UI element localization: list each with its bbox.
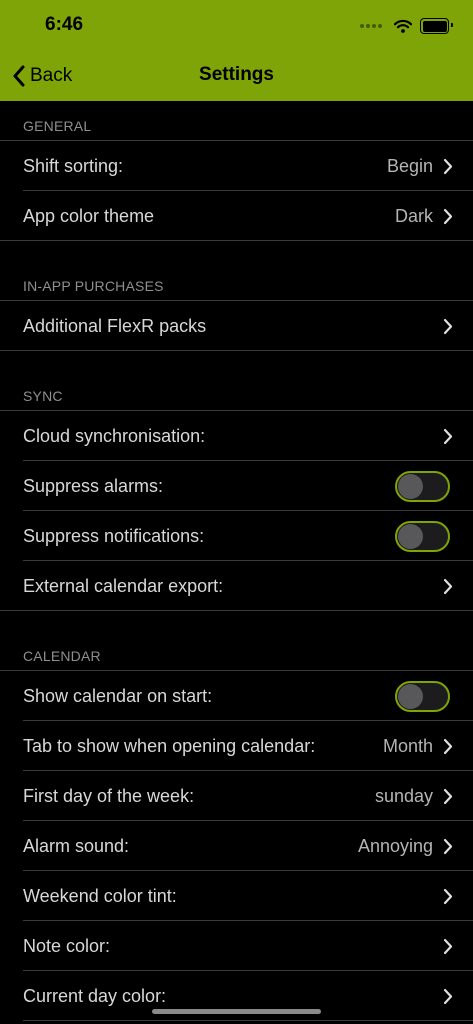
status-time: 6:46: [45, 14, 84, 35]
row-label: Suppress alarms:: [23, 475, 164, 496]
chevron-right-icon: [443, 318, 453, 334]
row-value: Month: [382, 735, 433, 756]
wifi-icon: [394, 19, 412, 33]
chevron-right-icon: [443, 938, 453, 954]
row-show-calendar-on-start: Show calendar on start:: [0, 671, 473, 721]
row-label: Weekend color tint:: [23, 885, 177, 906]
show-calendar-on-start-toggle[interactable]: [395, 680, 450, 712]
chevron-right-icon: [443, 988, 453, 1004]
row-cloud-sync[interactable]: Cloud synchronisation:: [0, 411, 473, 461]
row-label: External calendar export:: [23, 575, 224, 596]
row-suppress-notifications: Suppress notifications:: [0, 511, 473, 561]
row-tab-on-open[interactable]: Tab to show when opening calendar: Month: [0, 721, 473, 771]
row-value: Begin: [386, 155, 433, 176]
row-weekend-tint[interactable]: Weekend color tint:: [0, 871, 473, 921]
row-label: Tab to show when opening calendar:: [23, 735, 316, 756]
status-icons: [360, 14, 453, 38]
chevron-right-icon: [443, 208, 453, 224]
chevron-right-icon: [443, 788, 453, 804]
chevron-right-icon: [443, 428, 453, 444]
suppress-notifications-toggle[interactable]: [395, 520, 450, 552]
chevron-right-icon: [443, 888, 453, 904]
row-value: Annoying: [357, 835, 433, 856]
section-header-calendar: CALENDAR: [0, 631, 473, 671]
section-header-general: GENERAL: [0, 101, 473, 141]
settings-screen: 6:46 Back Settings GENERAL Shift sorting…: [0, 0, 473, 1024]
chevron-right-icon: [443, 578, 453, 594]
chevron-right-icon: [443, 738, 453, 754]
row-label: Additional FlexR packs: [23, 315, 207, 336]
row-note-color[interactable]: Note color:: [0, 921, 473, 971]
row-alarm-sound[interactable]: Alarm sound: Annoying: [0, 821, 473, 871]
row-value: Dark: [394, 205, 433, 226]
row-label: Note color:: [23, 935, 111, 956]
row-first-day[interactable]: First day of the week: sunday: [0, 771, 473, 821]
signal-bars-icon: [360, 24, 384, 28]
row-label: App color theme: [23, 205, 155, 226]
row-label: Shift sorting:: [23, 155, 124, 176]
toggle-knob: [398, 523, 423, 549]
battery-icon: [420, 18, 453, 34]
row-label: Show calendar on start:: [23, 685, 213, 706]
settings-list: GENERAL Shift sorting: Begin App color t…: [0, 101, 473, 1021]
row-flexr-packs[interactable]: Additional FlexR packs: [0, 301, 473, 351]
chevron-right-icon: [443, 158, 453, 174]
row-label: First day of the week:: [23, 785, 195, 806]
section-header-purchases: IN-APP PURCHASES: [0, 261, 473, 301]
row-suppress-alarms: Suppress alarms:: [0, 461, 473, 511]
home-indicator[interactable]: [152, 1009, 321, 1014]
row-app-color-theme[interactable]: App color theme Dark: [0, 191, 473, 241]
row-label: Suppress notifications:: [23, 525, 205, 546]
row-label: Cloud synchronisation:: [23, 425, 206, 446]
toggle-knob: [398, 683, 423, 709]
row-value: sunday: [374, 785, 433, 806]
section-header-sync: SYNC: [0, 371, 473, 411]
suppress-alarms-toggle[interactable]: [395, 470, 450, 502]
row-label: Current day color:: [23, 985, 167, 1006]
chevron-right-icon: [443, 838, 453, 854]
row-label: Alarm sound:: [23, 835, 130, 856]
row-shift-sorting[interactable]: Shift sorting: Begin: [0, 141, 473, 191]
toggle-knob: [398, 473, 423, 499]
row-calendar-export[interactable]: External calendar export:: [0, 561, 473, 611]
navigation-bar: 6:46 Back Settings: [0, 0, 473, 101]
page-title: Settings: [199, 64, 274, 85]
